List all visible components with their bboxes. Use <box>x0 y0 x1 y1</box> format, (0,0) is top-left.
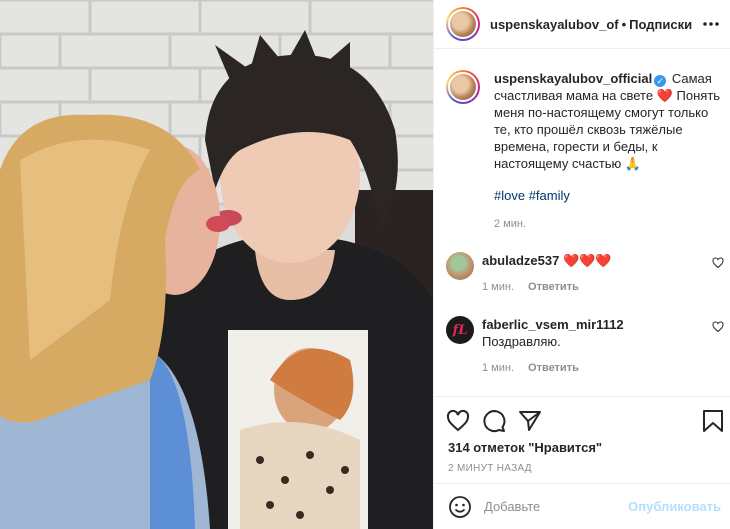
post-header: uspenskayalubov_of • Подписки <box>434 0 730 49</box>
like-heart-icon[interactable] <box>446 409 470 433</box>
emoji-icon[interactable] <box>448 495 472 519</box>
post-caption: uspenskayalubov_official ✓ Самая счастлив… <box>446 70 726 233</box>
post-time: 2 МИНУТ НАЗАД <box>448 463 532 474</box>
likes-count[interactable]: 314 отметок "Нравится" <box>448 440 602 455</box>
instagram-post: uspenskayalubov_of • Подписки uspenskaya… <box>0 0 730 529</box>
comment-text: Поздравляю. <box>482 334 561 349</box>
post-actions: 314 отметок "Нравится" 2 МИНУТ НАЗАД <box>434 396 730 496</box>
commenter-username[interactable]: abuladze537 <box>482 253 559 268</box>
add-comment-bar: Опубликовать <box>434 483 730 529</box>
caption-time: 2 мин. <box>494 218 527 230</box>
comment-item: abuladze537 ❤️❤️❤️ 1 мин. Ответить <box>446 252 726 293</box>
comment-like-icon[interactable] <box>712 321 724 333</box>
verified-badge-icon: ✓ <box>654 75 667 87</box>
commenter-avatar[interactable] <box>446 252 474 280</box>
comment-icon[interactable] <box>482 409 506 433</box>
reply-button[interactable]: Ответить <box>528 362 579 374</box>
post-panel: uspenskayalubov_of • Подписки uspenskaya… <box>433 0 730 529</box>
comment-text: ❤️❤️❤️ <box>562 253 612 268</box>
comment-item: fL faberlic_vsem_mir1112 Поздравляю. 1 м… <box>446 316 726 374</box>
post-photo[interactable] <box>0 0 433 529</box>
hashtags[interactable]: #love #family <box>494 187 726 204</box>
separator-dot: • <box>621 16 627 32</box>
comment-input[interactable] <box>484 499 624 514</box>
pray-emoji: 🙏 <box>624 156 642 171</box>
author-username[interactable]: uspenskayalubov_of <box>490 17 619 32</box>
following-button[interactable]: Подписки <box>629 17 692 32</box>
caption-avatar[interactable] <box>446 70 480 104</box>
post-image <box>0 0 433 529</box>
comment-like-icon[interactable] <box>712 257 724 269</box>
commenter-avatar[interactable]: fL <box>446 316 474 344</box>
commenter-username[interactable]: faberlic_vsem_mir1112 <box>482 317 624 332</box>
bookmark-icon[interactable] <box>702 409 724 433</box>
more-horizontal-icon[interactable] <box>701 14 721 34</box>
reply-button[interactable]: Ответить <box>528 281 579 293</box>
comment-time: 1 мин. <box>482 281 515 293</box>
share-direct-icon[interactable] <box>518 409 542 433</box>
heart-emoji: ❤️ <box>656 88 673 103</box>
author-avatar[interactable] <box>446 7 480 41</box>
comment-time: 1 мин. <box>482 362 515 374</box>
publish-button[interactable]: Опубликовать <box>628 499 721 514</box>
caption-username[interactable]: uspenskayalubov_official <box>494 71 652 86</box>
